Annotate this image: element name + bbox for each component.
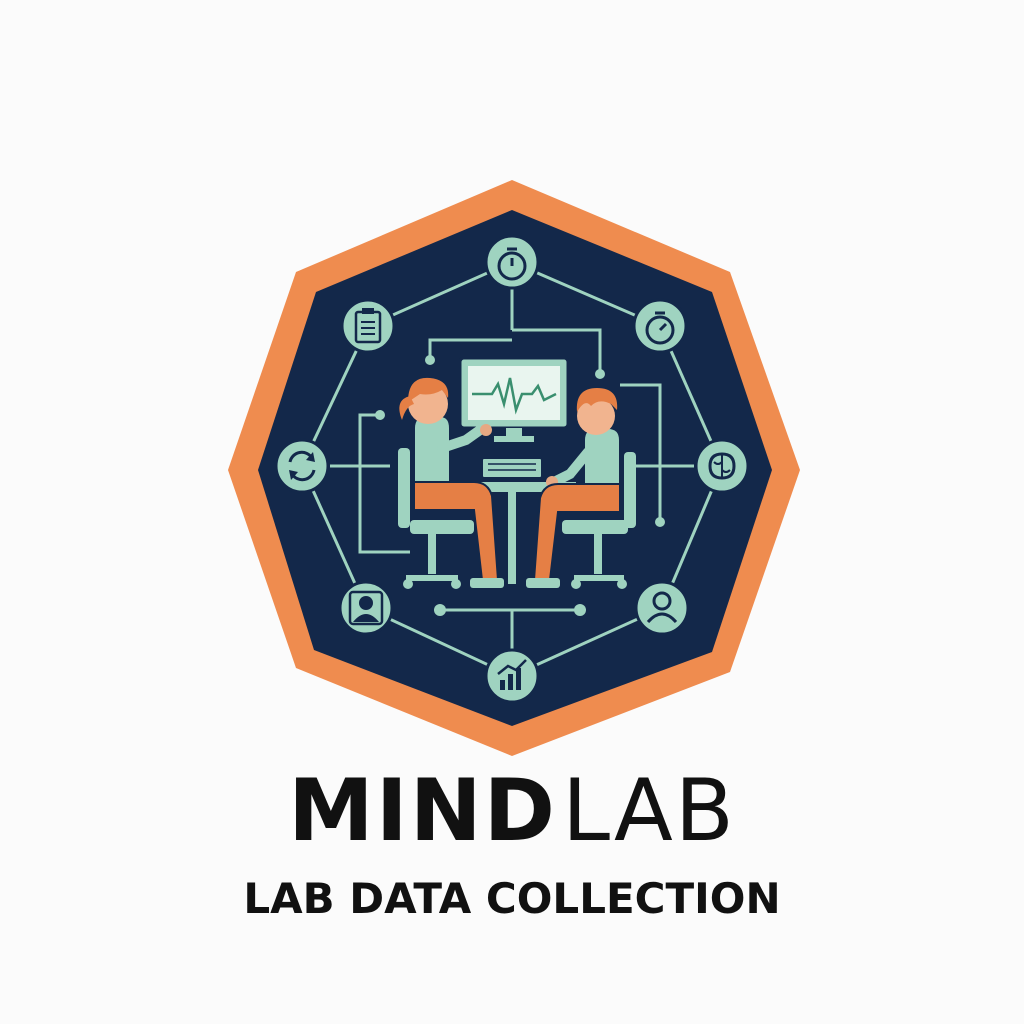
brand-tagline: LAB DATA COLLECTION (243, 874, 781, 923)
growth-chart-icon (484, 648, 540, 704)
brain-icon (694, 438, 750, 494)
brand-name: MIND LAB (0, 768, 1024, 854)
refresh-icon (274, 438, 330, 494)
user-icon (338, 580, 394, 636)
logo-page: MIND LAB LAB DATA COLLECTION (0, 0, 1024, 1024)
lab-emblem (228, 180, 800, 756)
timer-icon (484, 234, 540, 290)
participant-icon (634, 580, 690, 636)
brand-name-bold: MIND (288, 761, 558, 861)
stopwatch-icon (632, 298, 688, 354)
clipboard-icon (340, 298, 396, 354)
brand-name-light: LAB (562, 761, 736, 861)
